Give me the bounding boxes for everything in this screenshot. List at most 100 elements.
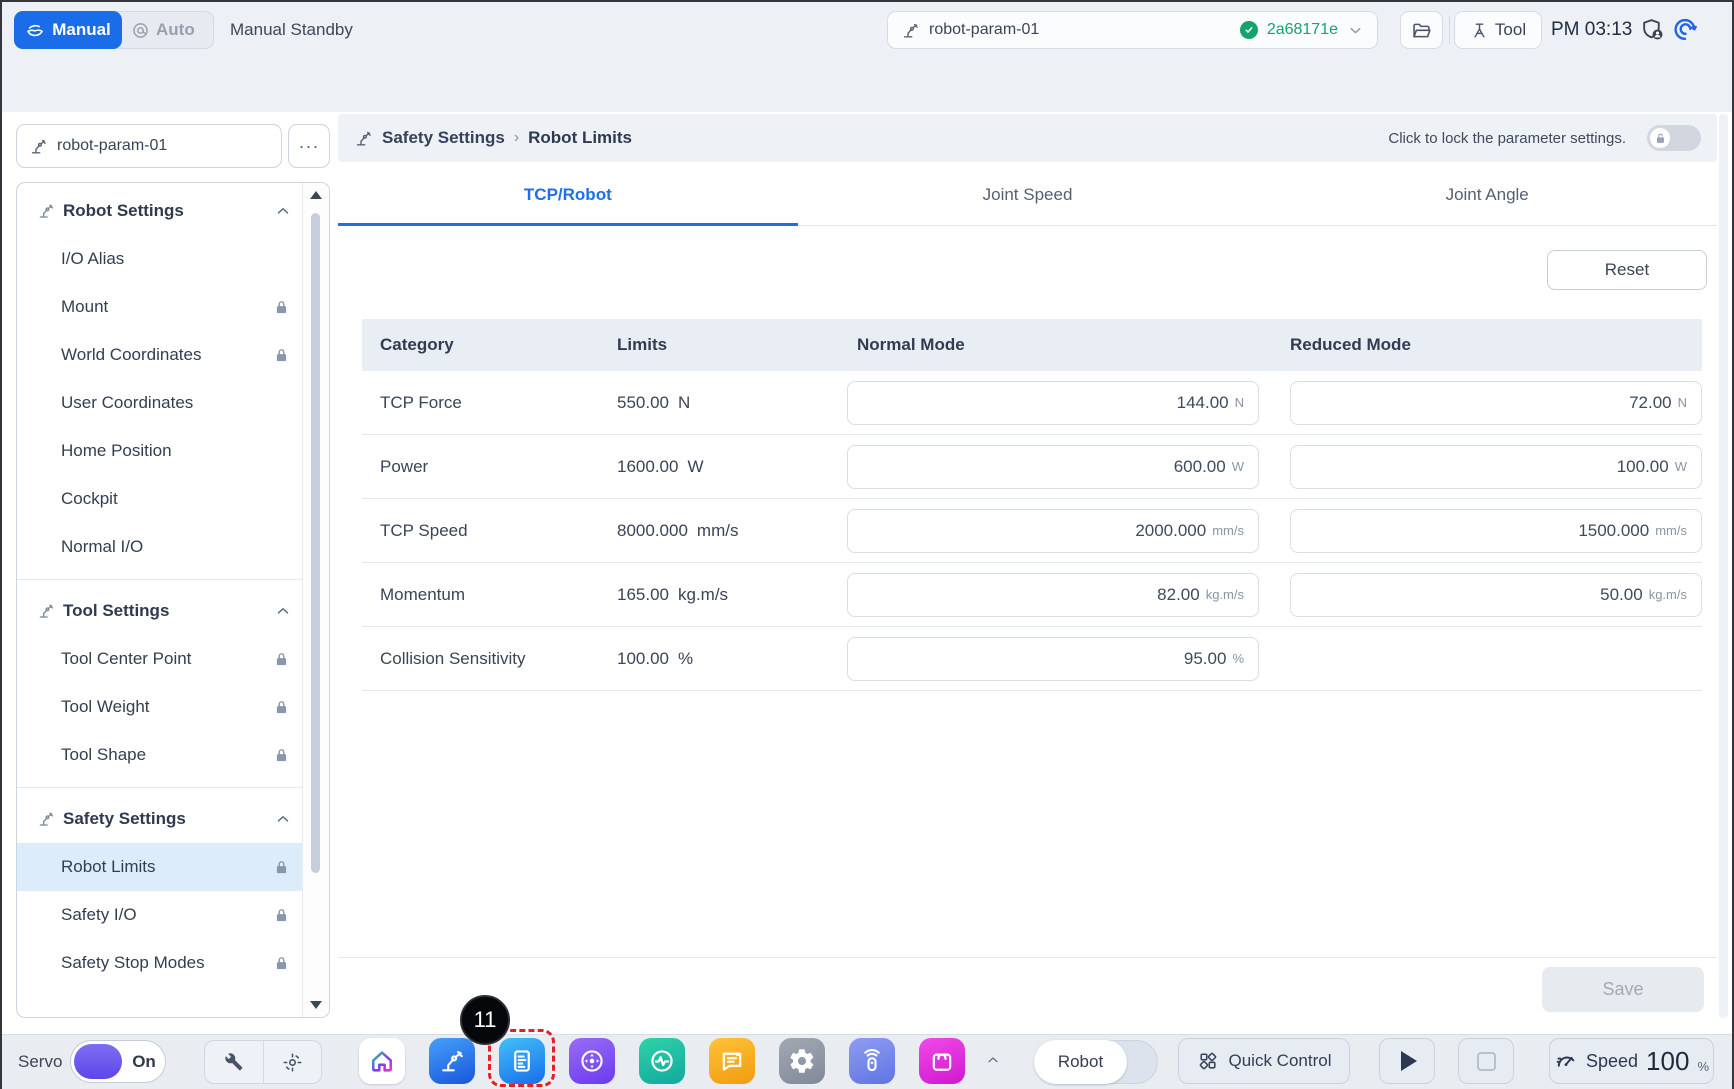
param-file-field[interactable]: robot-param-01 bbox=[16, 124, 282, 168]
lock-icon bbox=[273, 651, 290, 668]
item-label: Safety Stop Modes bbox=[61, 953, 205, 973]
normal-mode-cell: 2000.000mm/s bbox=[847, 509, 1274, 553]
tab-joint-speed[interactable]: Joint Speed bbox=[798, 164, 1258, 225]
normal-mode-input[interactable]: 600.00W bbox=[847, 445, 1259, 489]
item-label: Mount bbox=[61, 297, 108, 317]
reduced-mode-input[interactable]: 72.00N bbox=[1290, 381, 1702, 425]
quick-control-button[interactable]: Quick Control bbox=[1178, 1038, 1350, 1084]
topbar-divider bbox=[1449, 16, 1450, 44]
open-file-button[interactable] bbox=[1400, 11, 1443, 49]
folder-icon bbox=[1411, 20, 1432, 41]
dock-remote-control-app[interactable] bbox=[849, 1038, 895, 1084]
sidebar-item-safety-stop-modes[interactable]: Safety Stop Modes bbox=[17, 939, 304, 987]
auto-icon bbox=[131, 21, 150, 40]
normal-mode-input[interactable]: 144.00N bbox=[847, 381, 1259, 425]
manual-hand-icon bbox=[25, 20, 45, 40]
item-label: Robot Limits bbox=[61, 857, 155, 877]
sidebar-item-i-o-alias[interactable]: I/O Alias bbox=[17, 235, 304, 283]
sidebar-item-mount[interactable]: Mount bbox=[17, 283, 304, 331]
parameter-lock-toggle[interactable] bbox=[1647, 125, 1701, 151]
dock-settings-app[interactable] bbox=[779, 1038, 825, 1084]
reduced-mode-input[interactable]: 100.00W bbox=[1290, 445, 1702, 489]
wrench-button[interactable] bbox=[205, 1041, 264, 1083]
dock-store-app[interactable] bbox=[919, 1038, 965, 1084]
table-row-momentum: Momentum165.00kg.m/s82.00kg.m/s50.00kg.m… bbox=[362, 563, 1702, 627]
apps-grid-icon bbox=[1197, 1050, 1219, 1072]
dock-home-app[interactable] bbox=[359, 1038, 405, 1084]
scrollbar-thumb[interactable] bbox=[311, 213, 320, 873]
check-circle-icon bbox=[1240, 21, 1258, 39]
tree-scrollbar[interactable] bbox=[302, 183, 329, 1017]
sidebar-section-robot-settings[interactable]: Robot Settings bbox=[17, 187, 304, 235]
sidebar-item-cockpit[interactable]: Cockpit bbox=[17, 475, 304, 523]
section-label: Safety Settings bbox=[63, 809, 186, 829]
dock-jog-app[interactable] bbox=[569, 1038, 615, 1084]
dock-collapse-chevron-icon[interactable] bbox=[983, 1052, 1003, 1068]
app-tab-strip: Robot Parameters ✕ bbox=[2, 57, 1732, 112]
limit-cell: 1600.00W bbox=[602, 457, 847, 477]
stop-button[interactable] bbox=[1458, 1038, 1514, 1084]
category-cell: TCP Speed bbox=[362, 521, 602, 541]
normal-mode-input[interactable]: 95.00% bbox=[847, 637, 1259, 681]
tab-joint-angle[interactable]: Joint Angle bbox=[1257, 164, 1717, 225]
breadcrumb-parent[interactable]: Safety Settings bbox=[382, 128, 505, 148]
play-button[interactable] bbox=[1379, 1038, 1435, 1084]
tab-tcp-robot[interactable]: TCP/Robot bbox=[338, 164, 798, 225]
sidebar-item-robot-limits[interactable]: Robot Limits bbox=[17, 843, 304, 891]
sidebar-item-user-coordinates[interactable]: User Coordinates bbox=[17, 379, 304, 427]
active-param-file-selector[interactable]: robot-param-01 2a68171e bbox=[887, 11, 1378, 49]
normal-mode-input[interactable]: 82.00kg.m/s bbox=[847, 573, 1259, 617]
power-spiral-icon[interactable] bbox=[1673, 17, 1698, 42]
section-label: Tool Settings bbox=[63, 601, 169, 621]
tree-section-divider bbox=[17, 571, 304, 587]
sidebar-item-world-coordinates[interactable]: World Coordinates bbox=[17, 331, 304, 379]
reduced-mode-cell: 72.00N bbox=[1274, 381, 1702, 425]
utility-button-group bbox=[204, 1040, 322, 1084]
item-label: Home Position bbox=[61, 441, 172, 461]
sidebar-item-home-position[interactable]: Home Position bbox=[17, 427, 304, 475]
tool-button[interactable]: Tool bbox=[1454, 11, 1542, 49]
chevron-up-icon[interactable] bbox=[274, 202, 292, 220]
main-scrollbar[interactable] bbox=[1719, 114, 1728, 1018]
scroll-up-icon[interactable] bbox=[310, 191, 322, 199]
lock-hint-text: Click to lock the parameter settings. bbox=[1388, 130, 1626, 147]
user-shield-icon[interactable] bbox=[1640, 17, 1665, 42]
lock-icon bbox=[273, 859, 290, 876]
sidebar-item-tool-center-point[interactable]: Tool Center Point bbox=[17, 635, 304, 683]
robot-sim-toggle-label: Robot bbox=[1034, 1040, 1127, 1084]
sidebar-item-tool-shape[interactable]: Tool Shape bbox=[17, 731, 304, 779]
reduced-mode-input[interactable]: 50.00kg.m/s bbox=[1290, 573, 1702, 617]
chevron-down-icon[interactable] bbox=[1347, 22, 1364, 39]
lock-icon bbox=[273, 747, 290, 764]
sidebar-item-safety-i-o[interactable]: Safety I/O bbox=[17, 891, 304, 939]
sidebar-section-tool-settings[interactable]: Tool Settings bbox=[17, 587, 304, 635]
recovery-motion-button[interactable] bbox=[264, 1041, 322, 1083]
dock-monitoring-app[interactable] bbox=[639, 1038, 685, 1084]
chevron-up-icon[interactable] bbox=[274, 602, 292, 620]
dock-log-app[interactable] bbox=[709, 1038, 755, 1084]
remote-control-icon bbox=[858, 1047, 886, 1075]
dock-robot-params-app[interactable] bbox=[429, 1038, 475, 1084]
header-limits: Limits bbox=[602, 335, 847, 355]
speed-value: 100 bbox=[1646, 1046, 1689, 1077]
scroll-down-icon[interactable] bbox=[310, 1001, 322, 1009]
robot-icon bbox=[901, 21, 920, 40]
mode-manual-button[interactable]: Manual bbox=[14, 11, 122, 49]
file-more-button[interactable]: ··· bbox=[288, 124, 330, 168]
robot-sim-toggle[interactable]: Robot bbox=[1034, 1040, 1158, 1084]
limit-cell: 165.00kg.m/s bbox=[602, 585, 847, 605]
sidebar-item-tool-weight[interactable]: Tool Weight bbox=[17, 683, 304, 731]
header-normal-mode: Normal Mode bbox=[847, 335, 1274, 355]
home-icon bbox=[368, 1047, 396, 1075]
speed-control[interactable]: Speed 100 % bbox=[1549, 1038, 1714, 1084]
robot-icon bbox=[29, 137, 48, 156]
save-button[interactable]: Save bbox=[1542, 967, 1704, 1012]
normal-mode-input[interactable]: 2000.000mm/s bbox=[847, 509, 1259, 553]
chevron-up-icon[interactable] bbox=[274, 810, 292, 828]
reduced-mode-input[interactable]: 1500.000mm/s bbox=[1290, 509, 1702, 553]
sidebar-item-normal-i-o[interactable]: Normal I/O bbox=[17, 523, 304, 571]
sidebar-section-safety-settings[interactable]: Safety Settings bbox=[17, 795, 304, 843]
tool-label: Tool bbox=[1495, 20, 1526, 40]
reset-button[interactable]: Reset bbox=[1547, 250, 1707, 290]
servo-toggle[interactable]: On bbox=[70, 1040, 166, 1083]
